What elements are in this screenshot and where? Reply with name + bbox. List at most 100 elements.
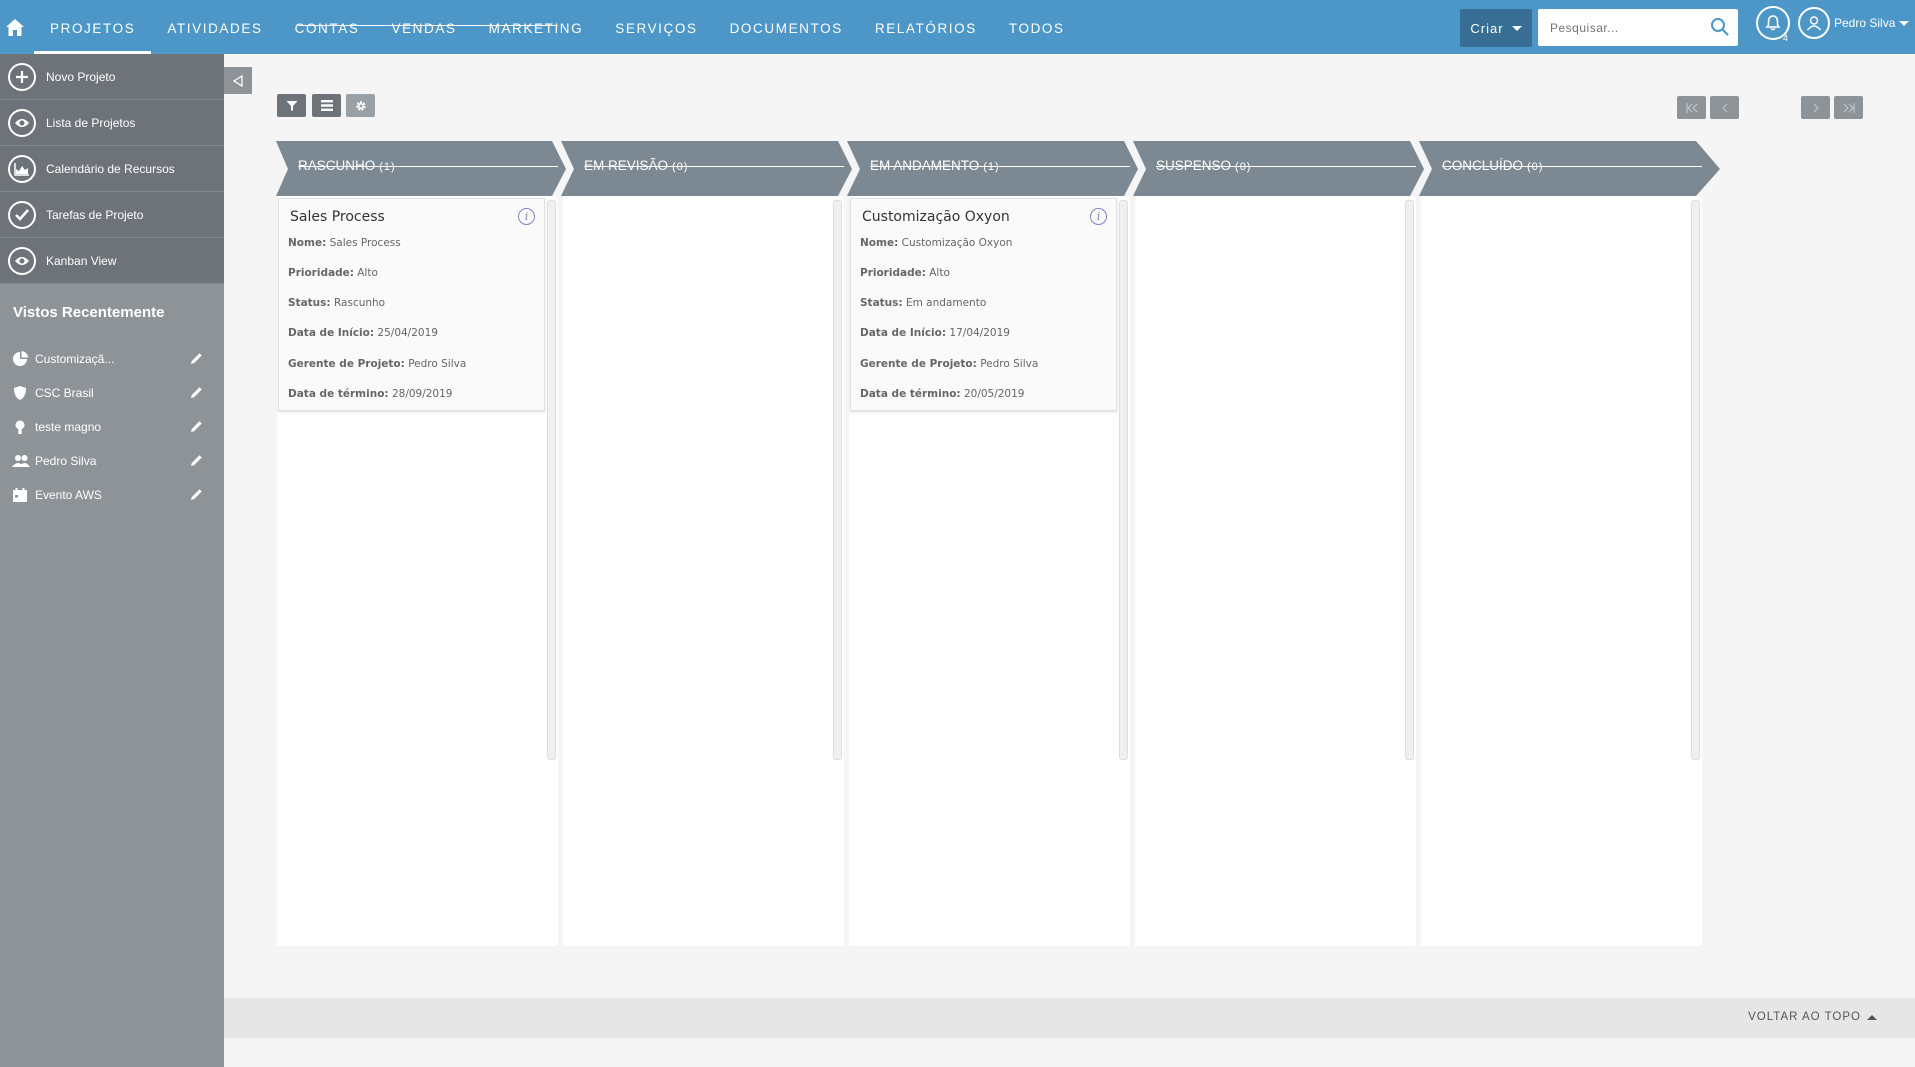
nav-projetos[interactable]: PROJETOS bbox=[34, 0, 152, 54]
nav-todos[interactable]: TODOS bbox=[993, 0, 1081, 54]
back-to-top-link[interactable]: VOLTAR AO TOPO bbox=[1748, 1011, 1877, 1023]
sidebar-item-tarefas-projeto[interactable]: Tarefas de Projeto bbox=[0, 192, 224, 238]
prev-page-button[interactable] bbox=[1710, 96, 1739, 119]
field-value: 20/05/2019 bbox=[963, 388, 1025, 400]
search-input[interactable] bbox=[1538, 9, 1698, 46]
nav-servicos[interactable]: SERVIÇOS bbox=[599, 0, 713, 54]
plus-icon bbox=[8, 62, 36, 91]
next-page-icon bbox=[1813, 103, 1819, 112]
field-label: Status: bbox=[860, 297, 903, 309]
card-field: Data de Início: 25/04/2019 bbox=[288, 327, 438, 339]
recent-item[interactable]: Pedro Silva bbox=[0, 444, 224, 478]
sidebar-item-label: Tarefas de Projeto bbox=[46, 207, 144, 222]
recent-item-label: teste magno bbox=[35, 420, 102, 434]
card-field: Data de término: 20/05/2019 bbox=[860, 388, 1024, 400]
pencil-icon[interactable] bbox=[190, 454, 203, 470]
stage-count: (0) bbox=[1235, 161, 1252, 173]
field-label: Gerente de Projeto: bbox=[860, 358, 977, 370]
pencil-icon[interactable] bbox=[190, 420, 203, 436]
next-page-button[interactable] bbox=[1801, 96, 1830, 119]
stage-count: (0) bbox=[1527, 161, 1544, 173]
nav-atividades[interactable]: ATIVIDADES bbox=[151, 0, 278, 54]
footer: VOLTAR AO TOPO bbox=[224, 998, 1915, 1038]
eye-icon bbox=[8, 108, 36, 137]
create-button[interactable]: Criar bbox=[1460, 9, 1532, 47]
shield-icon bbox=[12, 385, 30, 401]
recent-item-label: Pedro Silva bbox=[35, 454, 97, 468]
home-icon[interactable] bbox=[0, 0, 30, 54]
column-scrollbar[interactable] bbox=[1119, 200, 1128, 760]
search-box bbox=[1538, 9, 1738, 46]
field-value: 25/04/2019 bbox=[377, 327, 438, 339]
last-page-button[interactable] bbox=[1834, 96, 1863, 119]
pencil-icon[interactable] bbox=[190, 488, 203, 504]
nav-marketing[interactable]: MARKETING bbox=[473, 0, 600, 54]
pie-icon bbox=[12, 351, 30, 367]
recent-item-label: Customizaçã... bbox=[35, 352, 115, 366]
sidebar-collapse-button[interactable] bbox=[224, 67, 252, 94]
nav-contas[interactable]: CONTAS bbox=[279, 0, 376, 54]
eye-icon bbox=[8, 246, 36, 275]
column-scrollbar[interactable] bbox=[833, 200, 842, 760]
column-scrollbar[interactable] bbox=[1405, 200, 1414, 760]
nav-documentos[interactable]: DOCUMENTOS bbox=[714, 0, 859, 54]
chevron-down-icon bbox=[1511, 25, 1522, 31]
filter-icon bbox=[286, 100, 297, 111]
first-page-button[interactable] bbox=[1677, 96, 1706, 119]
prev-page-icon bbox=[1721, 103, 1727, 112]
settings-button[interactable] bbox=[346, 94, 375, 117]
first-page-icon bbox=[1686, 102, 1697, 113]
card-field: Data de Início: 17/04/2019 bbox=[860, 327, 1010, 339]
card-title: Customização Oxyon bbox=[862, 209, 1010, 225]
field-label: Nome: bbox=[288, 237, 327, 249]
check-icon bbox=[8, 200, 36, 229]
filter-button[interactable] bbox=[277, 94, 306, 117]
project-card[interactable]: Customização Oxyon i Nome: Customização … bbox=[850, 198, 1117, 411]
sidebar-item-label: Kanban View bbox=[46, 253, 117, 268]
card-field: Prioridade: Alto bbox=[288, 267, 378, 279]
recent-item[interactable]: Customizaçã... bbox=[0, 342, 224, 376]
field-value: Alto bbox=[929, 267, 950, 279]
pencil-icon[interactable] bbox=[190, 352, 203, 368]
stage-name: EM REVISÃO bbox=[584, 158, 669, 173]
nav-vendas[interactable]: VENDAS bbox=[375, 0, 472, 54]
card-field: Data de término: 28/09/2019 bbox=[288, 388, 452, 400]
last-page-icon bbox=[1843, 102, 1854, 113]
sidebar-item-label: Calendário de Recursos bbox=[46, 161, 175, 176]
sidebar-item-calendario-recursos[interactable]: Calendário de Recursos bbox=[0, 146, 224, 192]
card-field: Nome: Sales Process bbox=[288, 237, 401, 249]
user-menu[interactable]: Pedro Silva bbox=[1798, 7, 1910, 39]
sidebar-item-label: Novo Projeto bbox=[46, 69, 116, 84]
sidebar-item-lista-projetos[interactable]: Lista de Projetos bbox=[0, 100, 224, 146]
info-icon[interactable]: i bbox=[518, 208, 535, 225]
field-value: Pedro Silva bbox=[408, 358, 467, 370]
field-value: 28/09/2019 bbox=[391, 388, 453, 400]
nav-relatorios[interactable]: RELATÓRIOS bbox=[859, 0, 993, 54]
project-card[interactable]: Sales Process i Nome: Sales Process Prio… bbox=[278, 198, 545, 411]
stage-em-revisao: EM REVISÃO (0) bbox=[584, 158, 688, 173]
field-value: Customização Oxyon bbox=[901, 237, 1013, 249]
sidebar-item-novo-projeto[interactable]: Novo Projeto bbox=[0, 54, 224, 100]
recent-item[interactable]: Evento AWS bbox=[0, 478, 224, 512]
recent-item[interactable]: teste magno bbox=[0, 410, 224, 444]
column-scrollbar[interactable] bbox=[1691, 200, 1700, 760]
search-icon[interactable] bbox=[1710, 17, 1730, 42]
field-label: Status: bbox=[288, 297, 331, 309]
pencil-icon[interactable] bbox=[190, 386, 203, 402]
card-field: Prioridade: Alto bbox=[860, 267, 950, 279]
stage-line bbox=[870, 166, 1130, 167]
user-name: Pedro Silva bbox=[1834, 16, 1896, 30]
kanban-column-concluido bbox=[1421, 196, 1702, 946]
field-value: 17/04/2019 bbox=[949, 327, 1010, 339]
sidebar-item-kanban-view[interactable]: Kanban View bbox=[0, 238, 224, 284]
stage-line bbox=[298, 166, 558, 167]
gear-icon bbox=[355, 100, 366, 111]
column-scrollbar[interactable] bbox=[547, 200, 556, 760]
recent-item[interactable]: CSC Brasil bbox=[0, 376, 224, 410]
info-icon[interactable]: i bbox=[1090, 208, 1107, 225]
back-to-top-label: VOLTAR AO TOPO bbox=[1748, 1011, 1861, 1023]
card-field: Nome: Customização Oxyon bbox=[860, 237, 1012, 249]
field-value: Rascunho bbox=[333, 297, 386, 309]
field-label: Prioridade: bbox=[860, 267, 926, 279]
list-view-button[interactable] bbox=[312, 94, 341, 117]
